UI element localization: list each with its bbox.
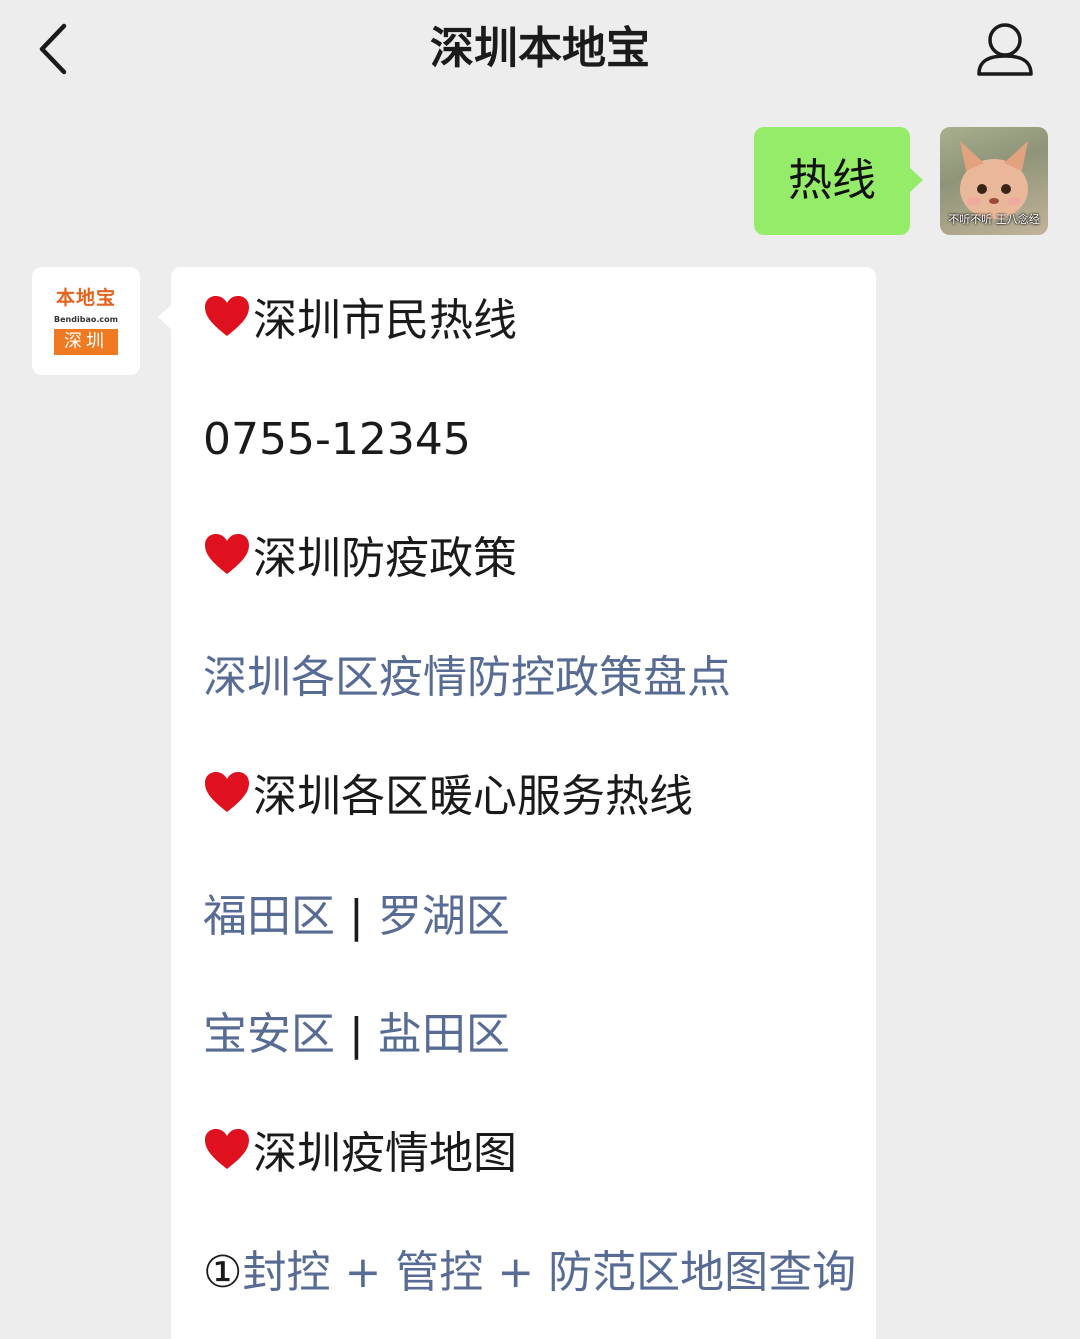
chat-screen: 深圳本地宝 热线 不听不听 王八念经 本地宝 Bendibao.com 深圳 深… — [0, 0, 1080, 1339]
outgoing-bubble-tail — [909, 167, 923, 193]
link-separator: | — [349, 891, 364, 942]
bot-logo-tag: 深圳 — [54, 329, 118, 355]
avatar-caption: 不听不听 王八念经 — [948, 213, 1040, 226]
message-line-heading: 深圳疫情地图 — [203, 1126, 517, 1185]
bot-logo-sub: Bendibao.com — [54, 315, 118, 324]
chat-info-button[interactable] — [972, 20, 1038, 80]
bot-logo-main: 本地宝 — [55, 287, 116, 309]
district-links-row: 宝安区 | 盐田区 — [203, 1007, 510, 1063]
top-bar: 深圳本地宝 — [0, 0, 1080, 98]
heart-icon — [203, 770, 253, 828]
hotline-number: 0755-12345 — [203, 414, 471, 465]
heading-text: 深圳防疫政策 — [253, 533, 517, 584]
link-separator: | — [349, 1009, 364, 1060]
map-query-link[interactable]: 封控 + 管控 + 防范区地图查询 — [242, 1247, 856, 1298]
district-link-futian[interactable]: 福田区 — [203, 891, 335, 942]
policy-link[interactable]: 深圳各区疫情防控政策盘点 — [203, 650, 731, 706]
bot-avatar[interactable]: 本地宝 Bendibao.com 深圳 — [32, 267, 140, 375]
heading-text: 深圳市民热线 — [253, 295, 517, 346]
user-avatar[interactable]: 不听不听 王八念经 — [940, 127, 1048, 235]
list-number: ① — [203, 1247, 243, 1298]
district-link-luohu[interactable]: 罗湖区 — [378, 891, 510, 942]
heading-text: 深圳各区暖心服务热线 — [253, 771, 693, 822]
message-line-heading: 深圳市民热线 — [203, 293, 517, 352]
heart-icon — [203, 294, 253, 352]
heart-icon — [203, 1127, 253, 1185]
heading-text: 深圳疫情地图 — [253, 1128, 517, 1179]
numbered-link-row: ①封控 + 管控 + 防范区地图查询 — [203, 1245, 856, 1301]
incoming-bubble-tail — [158, 304, 172, 330]
chat-title: 深圳本地宝 — [430, 23, 650, 74]
message-line-heading: 深圳防疫政策 — [203, 531, 517, 590]
district-link-yantian[interactable]: 盐田区 — [378, 1009, 510, 1060]
district-links-row: 福田区 | 罗湖区 — [203, 889, 510, 945]
person-icon — [977, 23, 1033, 76]
district-link-baoan[interactable]: 宝安区 — [203, 1009, 335, 1060]
heart-icon — [203, 532, 253, 590]
outgoing-bubble[interactable]: 热线 — [754, 127, 910, 235]
message-line-heading: 深圳各区暖心服务热线 — [203, 769, 693, 828]
